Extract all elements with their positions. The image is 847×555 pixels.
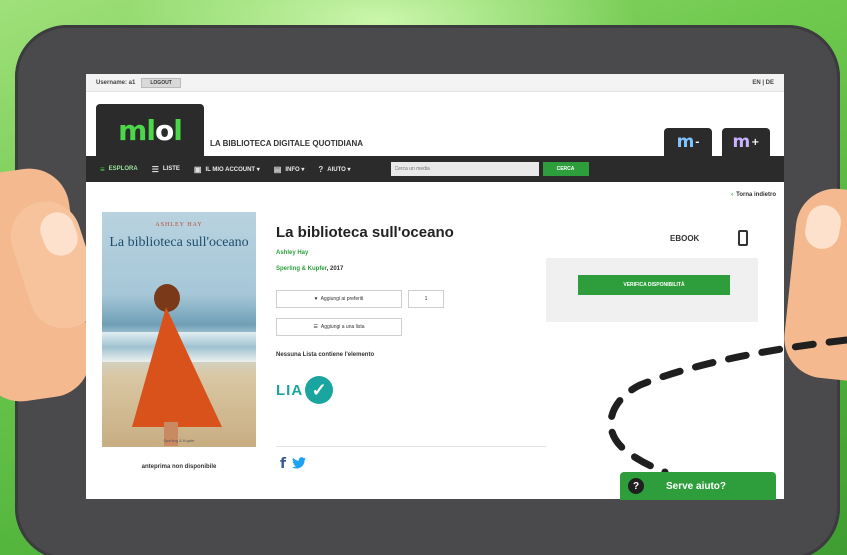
add-to-list-button[interactable]: ☰ Aggiungi a una lista (276, 318, 402, 336)
logout-button[interactable]: LOGOUT (141, 77, 181, 88)
tablet-screen: Username: a1 LOGOUT EN | DE mlol LA BIBL… (86, 74, 784, 499)
availability-panel: VERIFICA DISPONIBILITÀ (546, 258, 758, 322)
book-author-link[interactable]: Ashley Hay (276, 250, 308, 256)
info-icon: ▤ (273, 164, 282, 174)
site-header: mlol LA BIBLIOTECA DIGITALE QUOTIDIANA m… (86, 92, 784, 156)
lia-badge: LIA ✓ (276, 376, 334, 404)
back-link[interactable]: ‹ Torna indietro (731, 192, 776, 198)
mlol-logo[interactable]: mlol (96, 104, 204, 156)
cover-publisher: Sperling & Kupfer (163, 438, 195, 443)
list-icon: ☰ (313, 324, 318, 330)
twitter-icon[interactable] (292, 456, 307, 472)
search-button[interactable]: CERCA (542, 162, 589, 176)
cover-figure-dress (132, 307, 222, 427)
check-availability-button[interactable]: VERIFICA DISPONIBILITÀ (578, 275, 730, 295)
question-icon: ? (628, 478, 644, 494)
favorites-count: 1 (408, 290, 444, 308)
mlol-plus-tab[interactable]: m + (722, 128, 770, 156)
publish-year: , 2017 (326, 266, 344, 272)
nav-account[interactable]: ▣ IL MIO ACCOUNT ▾ (194, 165, 260, 174)
cover-author: ASHLEY HAY (155, 222, 203, 228)
search-input[interactable] (390, 162, 539, 176)
nav-liste[interactable]: ☰ LISTE (152, 165, 180, 174)
preview-unavailable-note: anteprima non disponibile (141, 464, 217, 470)
nav-aiuto[interactable]: ? AIUTO ▾ (318, 165, 350, 174)
cover-title: La biblioteca sull'oceano (109, 235, 249, 250)
facebook-icon[interactable]: f (280, 456, 286, 472)
main-navbar: ≡ ESPLORA ☰ LISTE ▣ IL MIO ACCOUNT ▾ ▤ I… (86, 156, 784, 182)
divider (276, 446, 546, 447)
explore-icon: ≡ (100, 164, 105, 174)
site-tagline: LA BIBLIOTECA DIGITALE QUOTIDIANA (210, 139, 364, 148)
tablet-device-icon (738, 230, 748, 246)
help-circle-icon: ? (318, 164, 324, 174)
format-label: EBOOK (670, 234, 700, 243)
mlol-minus-tab[interactable]: m- (664, 128, 712, 156)
book-title: La biblioteca sull'oceano (276, 224, 454, 241)
add-to-favorites-button[interactable]: ♥ Aggiungi ai preferiti (276, 290, 402, 308)
publisher-link[interactable]: Sperling & Kupfer (276, 266, 327, 272)
book-publisher: Sperling & Kupfer, 2017 (276, 266, 343, 272)
user-topbar: Username: a1 LOGOUT EN | DE (86, 74, 784, 92)
nav-info[interactable]: ▤ INFO ▾ (274, 165, 305, 174)
checkmark-icon: ✓ (305, 376, 334, 404)
account-icon: ▣ (193, 164, 202, 174)
language-switch[interactable]: EN | DE (752, 80, 774, 86)
username-label: Username: a1 (96, 79, 136, 86)
nav-esplora[interactable]: ≡ ESPLORA (100, 165, 138, 174)
heart-icon: ♥ (314, 296, 318, 302)
logo-text: mlol (118, 113, 183, 147)
social-share: f (280, 456, 307, 472)
help-label: Serve aiuto? (666, 480, 727, 492)
back-arrow-icon: ‹ (731, 192, 734, 198)
no-list-text: Nessuna Lista contiene l'elemento (276, 352, 375, 358)
book-cover[interactable]: ASHLEY HAY La biblioteca sull'oceano Spe… (102, 212, 256, 447)
lia-label: LIA (276, 381, 304, 399)
list-icon: ☰ (151, 164, 159, 174)
help-widget[interactable]: ? Serve aiuto? (620, 472, 776, 500)
